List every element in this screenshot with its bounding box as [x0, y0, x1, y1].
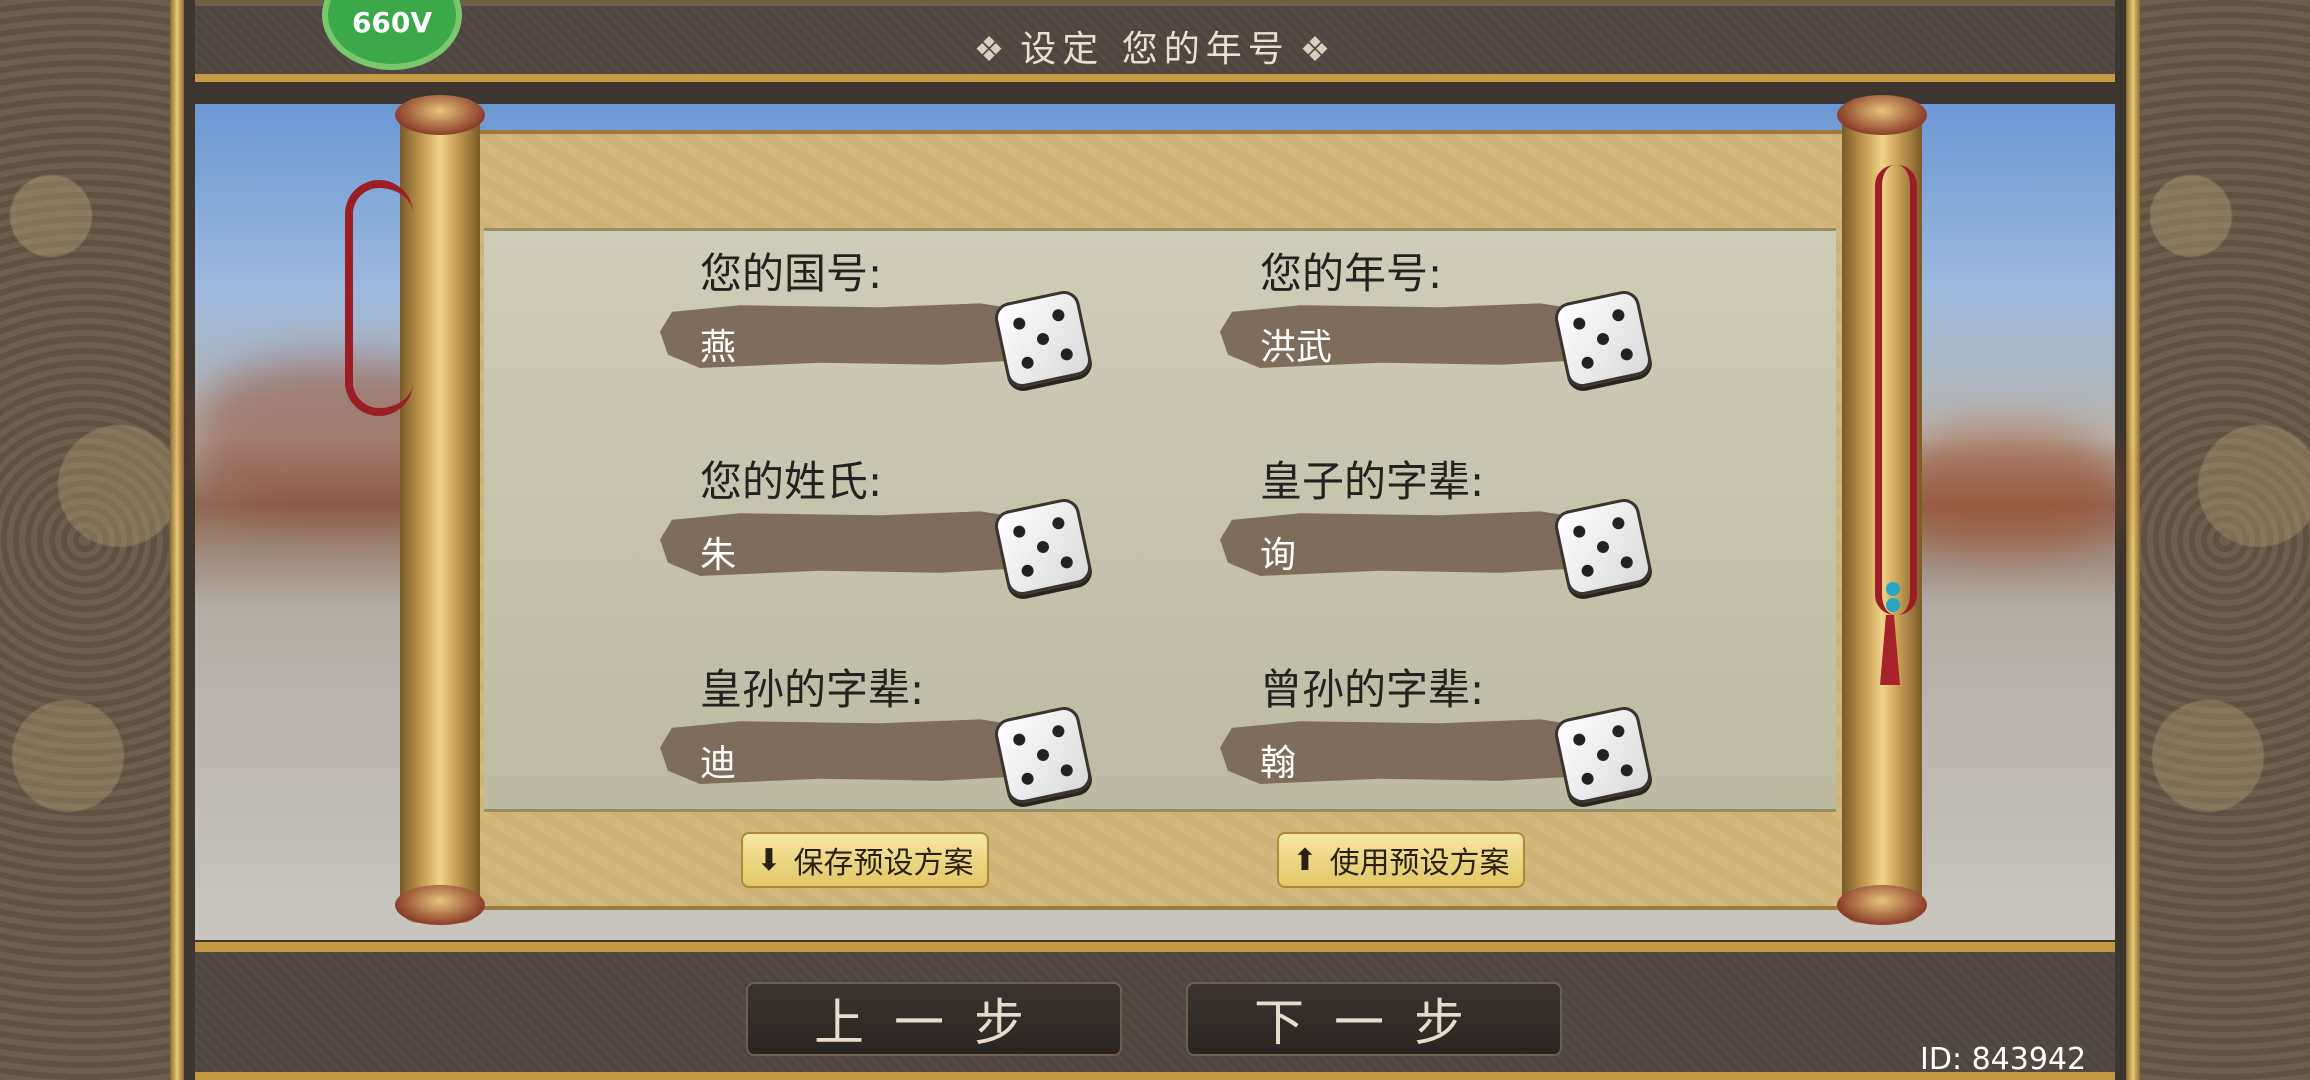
right-dragon-panel	[2140, 0, 2310, 1080]
dice-pip	[1611, 724, 1626, 739]
dice-pip	[1572, 732, 1587, 747]
dice-pip	[1595, 331, 1611, 347]
ornament-right-icon: ❖	[1299, 30, 1337, 70]
field-great-grandson-generation: 曾孙的字辈: 翰	[1220, 656, 1660, 807]
dice-randomize-icon[interactable]	[1551, 495, 1655, 599]
dice-randomize-icon[interactable]	[991, 703, 1095, 807]
dice-pip	[1580, 355, 1595, 370]
page-title: 设定 您的年号	[1020, 29, 1290, 70]
dice-pip	[1619, 763, 1634, 778]
dice-pip	[1611, 516, 1626, 531]
roller-cap-top-left	[395, 95, 485, 135]
field-label: 皇子的字辈:	[1260, 457, 1485, 506]
field-value[interactable]: 询	[1260, 526, 1296, 578]
title-bar: ❖ 设定 您的年号 ❖	[195, 0, 2115, 82]
field-value[interactable]: 迪	[700, 734, 736, 786]
prev-step-label: 上一步	[814, 994, 1054, 1052]
field-surname: 您的姓氏: 朱	[660, 448, 1100, 599]
dice-pip	[1012, 732, 1027, 747]
field-value[interactable]: 燕	[700, 318, 736, 370]
field-prince-generation: 皇子的字辈: 询	[1220, 448, 1660, 599]
dice-pip	[1020, 771, 1035, 786]
dice-pip	[1572, 524, 1587, 539]
field-value[interactable]: 洪武	[1260, 318, 1332, 370]
dice-pip	[1595, 747, 1611, 763]
dice-pip	[1035, 539, 1051, 555]
next-step-label: 下一步	[1254, 994, 1494, 1052]
dice-pip	[1012, 524, 1027, 539]
right-gold-border	[2126, 0, 2140, 1080]
field-label: 您的姓氏:	[700, 457, 883, 506]
dice-pip	[1619, 347, 1634, 362]
prev-step-button[interactable]: 上一步	[746, 982, 1122, 1056]
dice-pip	[1020, 355, 1035, 370]
logo-text: 660V	[351, 6, 433, 39]
next-step-button[interactable]: 下一步	[1186, 982, 1562, 1056]
dice-pip	[1059, 763, 1074, 778]
scroll-cord-left	[345, 180, 413, 416]
bead-icon	[1886, 582, 1900, 596]
dice-pip	[1595, 539, 1611, 555]
dice-pip	[1580, 563, 1595, 578]
dice-pip	[1611, 308, 1626, 323]
field-value[interactable]: 翰	[1260, 734, 1296, 786]
page-title-wrap: ❖ 设定 您的年号 ❖	[195, 20, 2115, 72]
use-preset-button[interactable]: ⬆ 使用预设方案	[1277, 832, 1525, 888]
field-grandson-generation: 皇孙的字辈: 迪	[660, 656, 1100, 807]
download-icon: ⬇	[756, 842, 782, 878]
bottom-bar	[195, 942, 2115, 1080]
ornament-left-icon: ❖	[973, 30, 1011, 70]
upload-icon: ⬆	[1292, 842, 1318, 878]
dice-pip	[1059, 347, 1074, 362]
field-label: 您的年号:	[1260, 249, 1443, 298]
field-era-name: 您的年号: 洪武	[1220, 240, 1660, 391]
dice-pip	[1035, 331, 1051, 347]
dice-randomize-icon[interactable]	[1551, 287, 1655, 391]
save-preset-label: 保存预设方案	[793, 846, 974, 881]
dice-randomize-icon[interactable]	[991, 495, 1095, 599]
dice-pip	[1012, 316, 1027, 331]
roller-cap-top-right	[1837, 95, 1927, 135]
left-dragon-panel	[0, 0, 170, 1080]
field-label: 您的国号:	[700, 249, 883, 298]
dice-randomize-icon[interactable]	[1551, 703, 1655, 807]
dice-pip	[1051, 308, 1066, 323]
roller-cap-bottom-right	[1837, 885, 1927, 925]
dice-pip	[1035, 747, 1051, 763]
scroll-cord-right	[1875, 165, 1917, 615]
dice-pip	[1020, 563, 1035, 578]
use-preset-label: 使用预设方案	[1329, 846, 1510, 881]
dice-pip	[1051, 516, 1066, 531]
roller-cap-bottom-left	[395, 885, 485, 925]
field-value[interactable]: 朱	[700, 526, 736, 578]
scene-building-blur-right	[1900, 430, 2115, 550]
field-label: 皇孙的字辈:	[700, 665, 925, 714]
dice-pip	[1572, 316, 1587, 331]
dice-pip	[1619, 555, 1634, 570]
dice-pip	[1051, 724, 1066, 739]
field-label: 曾孙的字辈:	[1260, 665, 1485, 714]
left-gold-border	[170, 0, 184, 1080]
save-preset-button[interactable]: ⬇ 保存预设方案	[741, 832, 989, 888]
dice-randomize-icon[interactable]	[991, 287, 1095, 391]
bead-icon	[1886, 598, 1900, 612]
field-country-name: 您的国号: 燕	[660, 240, 1100, 391]
bottom-gold-strip	[195, 1072, 2115, 1080]
dice-pip	[1059, 555, 1074, 570]
dice-pip	[1580, 771, 1595, 786]
